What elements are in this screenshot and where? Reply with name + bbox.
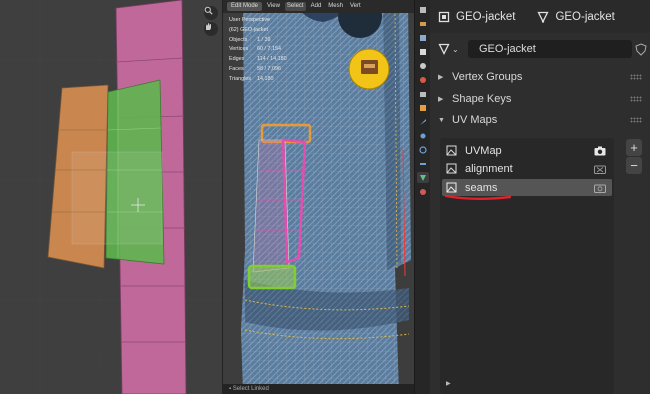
mesh-browse-icon[interactable]: ⌄ — [438, 43, 459, 55]
viewport-header: Edit Mode View Select Add Mesh Vert — [223, 0, 414, 13]
viewport-stats: User Perspective (62) GEO-jacket Objects… — [229, 16, 287, 85]
zoom-icon[interactable] — [204, 6, 218, 20]
pin-badge — [348, 48, 390, 90]
panel-vertex-groups[interactable]: ▶ Vertex Groups — [438, 68, 644, 86]
modifier-tab-icon[interactable] — [417, 116, 429, 127]
menu-view[interactable]: View — [265, 2, 282, 11]
uv-map-icon — [446, 145, 457, 156]
viewport-footer: ▪ Select Linked — [223, 384, 414, 394]
add-uv-map-button[interactable]: + — [626, 139, 642, 156]
uv-map-icon — [446, 182, 457, 193]
mesh-name-field[interactable]: GEO-jacket — [468, 40, 632, 58]
3d-viewport[interactable]: Edit Mode View Select Add Mesh Vert User… — [222, 0, 414, 394]
breadcrumb-object[interactable]: GEO-jacket — [438, 11, 515, 23]
drag-handle-icon[interactable] — [630, 117, 642, 123]
menu-mesh[interactable]: Mesh — [326, 2, 345, 11]
view-title: User Perspective — [229, 17, 271, 23]
panel-uv-maps[interactable]: ▼ UV Maps — [438, 111, 644, 129]
menu-vertex[interactable]: Vert — [348, 2, 363, 11]
camera-icon[interactable] — [594, 183, 606, 193]
scene-tab-icon[interactable] — [417, 60, 429, 71]
particles-tab-icon[interactable] — [417, 130, 429, 141]
view-layer-tab-icon[interactable] — [417, 46, 429, 57]
object-icon — [438, 11, 450, 22]
camera-icon[interactable] — [594, 146, 606, 156]
stat-row: Triangles 14,180 — [229, 75, 274, 82]
properties-header: GEO-jacket GEO-jacket — [430, 0, 650, 33]
status-text: Select Linked — [232, 386, 269, 392]
output-tab-icon[interactable] — [417, 32, 429, 43]
uv-map-item[interactable]: UVMap — [442, 142, 612, 159]
panel-shape-keys[interactable]: ▶ Shape Keys — [438, 90, 644, 108]
hand-icon[interactable] — [204, 22, 218, 36]
mesh-data-tab-icon[interactable] — [417, 172, 429, 183]
uv-map-item[interactable]: alignment — [442, 160, 612, 177]
uv-canvas[interactable] — [0, 0, 222, 394]
mode-selector[interactable]: Edit Mode — [227, 2, 263, 11]
collection-tab-icon[interactable] — [417, 88, 429, 99]
properties-tab-bar — [414, 0, 430, 394]
render-tab-icon[interactable] — [417, 18, 429, 29]
constraints-tab-icon[interactable] — [417, 158, 429, 169]
menu-add[interactable]: Add — [309, 2, 324, 11]
mesh-datablock-row: ⌄ GEO-jacket — [438, 40, 647, 58]
expand-arrow-icon: ▼ — [438, 116, 445, 124]
uv-maps-list[interactable]: UVMap alignment seams — [440, 138, 614, 394]
drag-handle-icon[interactable] — [630, 74, 642, 80]
list-options-arrow-icon[interactable]: ▶ — [446, 380, 451, 387]
collapse-arrow-icon: ▶ — [438, 96, 444, 103]
camera-icon[interactable] — [594, 164, 606, 174]
fake-user-shield-icon[interactable] — [633, 41, 649, 57]
uv-editor[interactable] — [0, 0, 222, 394]
stat-row: Faces 58 / 7,096 — [229, 65, 281, 72]
collapse-arrow-icon: ▶ — [438, 74, 444, 81]
red-underline-annotation — [444, 194, 512, 200]
uv-map-icon — [446, 163, 457, 174]
remove-uv-map-button[interactable]: − — [626, 157, 642, 174]
tool-tab-icon[interactable] — [417, 4, 429, 15]
stat-row: Vertices 60 / 7,154 — [229, 46, 281, 53]
menu-select[interactable]: Select — [284, 2, 306, 11]
world-tab-icon[interactable] — [417, 74, 429, 85]
physics-tab-icon[interactable] — [417, 144, 429, 155]
view-object: (62) GEO-jacket — [229, 26, 268, 33]
stat-row: Edges 114 / 14,180 — [229, 56, 287, 63]
material-tab-icon[interactable] — [417, 186, 429, 197]
stat-row: Objects 1 / 39 — [229, 36, 271, 43]
object-tab-icon[interactable] — [417, 102, 429, 113]
mesh-data-icon — [537, 11, 549, 23]
drag-handle-icon[interactable] — [630, 96, 642, 102]
properties-editor: GEO-jacket GEO-jacket ⌄ GEO-jacket ▶ Ver… — [430, 0, 650, 394]
breadcrumb-data[interactable]: GEO-jacket — [537, 11, 615, 23]
